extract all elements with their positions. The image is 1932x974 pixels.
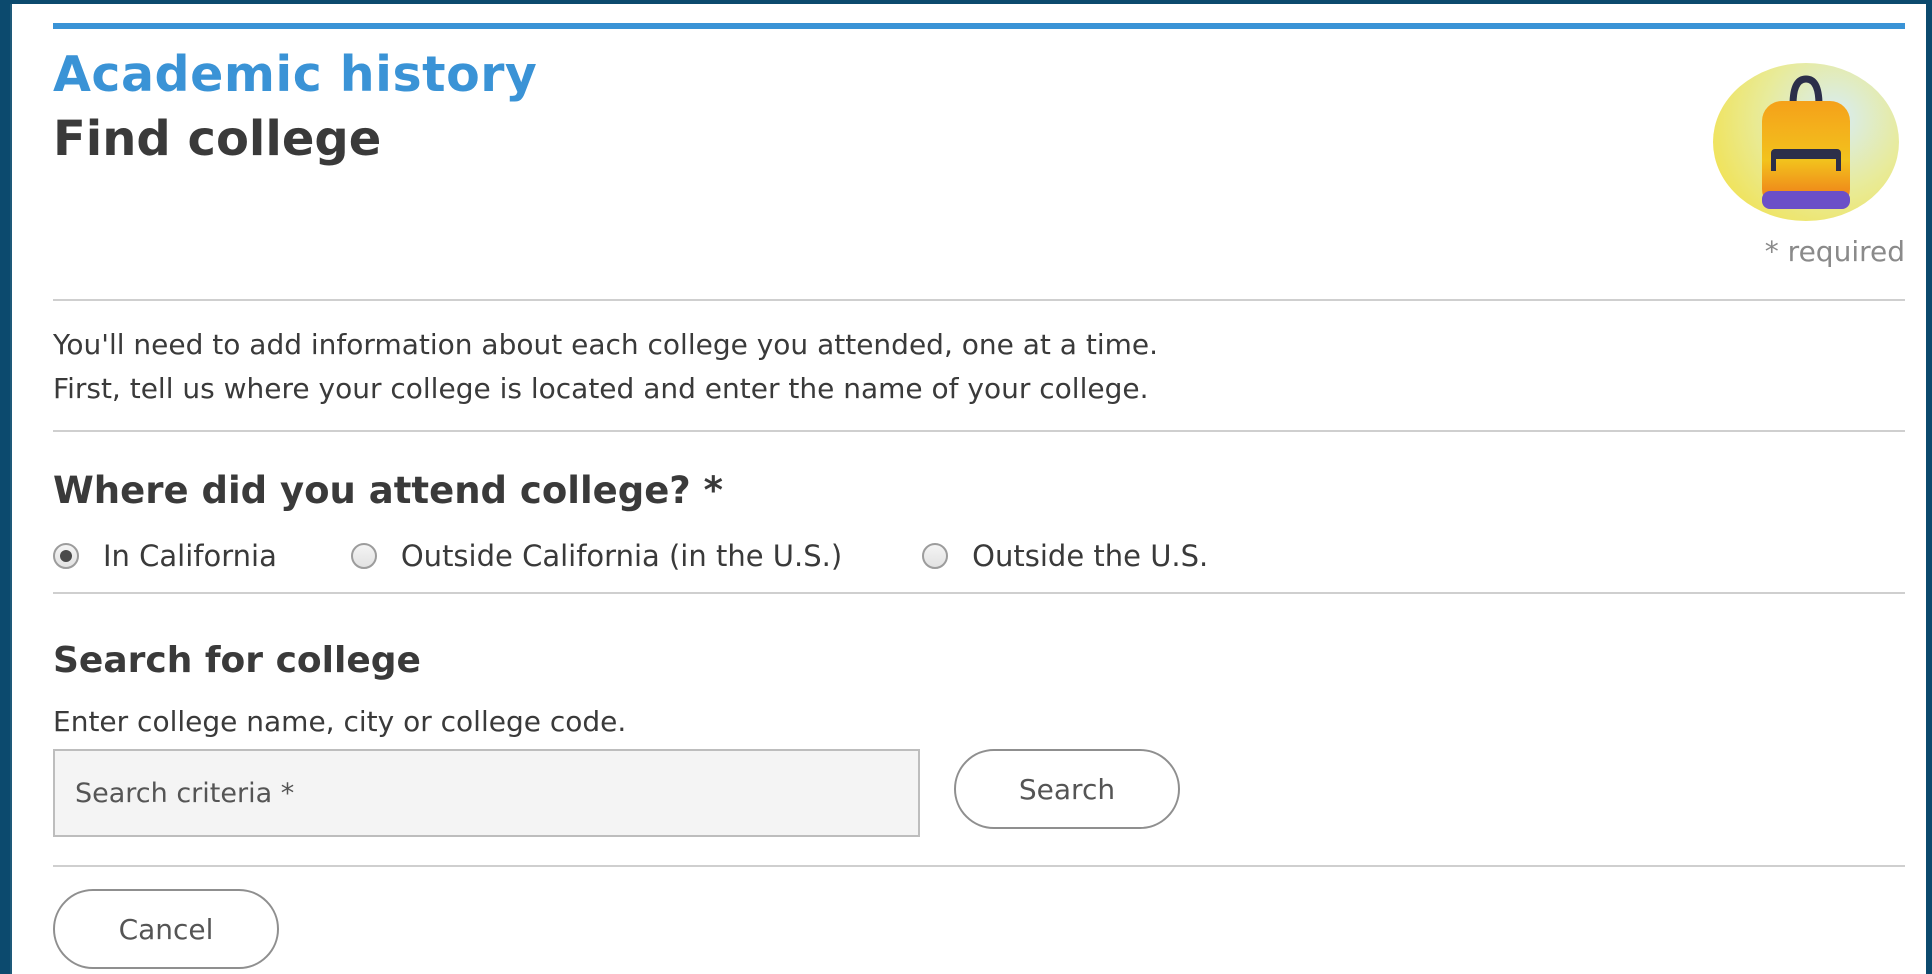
page-title: Find college xyxy=(53,111,382,167)
divider xyxy=(53,865,1905,867)
radio-button-selected[interactable] xyxy=(53,543,79,569)
required-note: * required xyxy=(1764,235,1905,268)
backpack-icon xyxy=(1713,63,1899,221)
radio-label: In California xyxy=(103,539,277,573)
search-heading: Search for college xyxy=(53,640,421,681)
search-button[interactable]: Search xyxy=(954,749,1180,829)
radio-outside-us[interactable]: Outside the U.S. xyxy=(922,539,1208,573)
divider xyxy=(53,592,1905,594)
search-help-text: Enter college name, city or college code… xyxy=(53,705,627,738)
intro-line-2: First, tell us where your college is loc… xyxy=(53,372,1149,405)
section-title: Academic history xyxy=(53,46,538,103)
radio-button[interactable] xyxy=(922,543,949,569)
search-criteria-input[interactable] xyxy=(53,749,920,837)
divider xyxy=(53,430,1905,432)
intro-line-1: You'll need to add information about eac… xyxy=(53,328,1159,361)
divider xyxy=(53,299,1905,301)
cancel-button[interactable]: Cancel xyxy=(53,889,279,969)
location-radio-group: In California Outside California (in the… xyxy=(53,539,1208,573)
radio-in-california[interactable]: In California xyxy=(53,539,277,573)
top-accent-rule xyxy=(53,23,1905,29)
location-question: Where did you attend college? * xyxy=(53,469,723,512)
find-college-form: Academic history Find college * required… xyxy=(53,23,1905,969)
radio-label: Outside the U.S. xyxy=(972,539,1209,573)
radio-dot xyxy=(60,550,72,562)
app-frame: Academic history Find college * required… xyxy=(10,4,1926,974)
radio-button[interactable] xyxy=(350,543,377,569)
intro-text: You'll need to add information about eac… xyxy=(53,323,1158,411)
radio-label: Outside California (in the U.S.) xyxy=(400,539,843,573)
radio-outside-california[interactable]: Outside California (in the U.S.) xyxy=(350,539,843,573)
